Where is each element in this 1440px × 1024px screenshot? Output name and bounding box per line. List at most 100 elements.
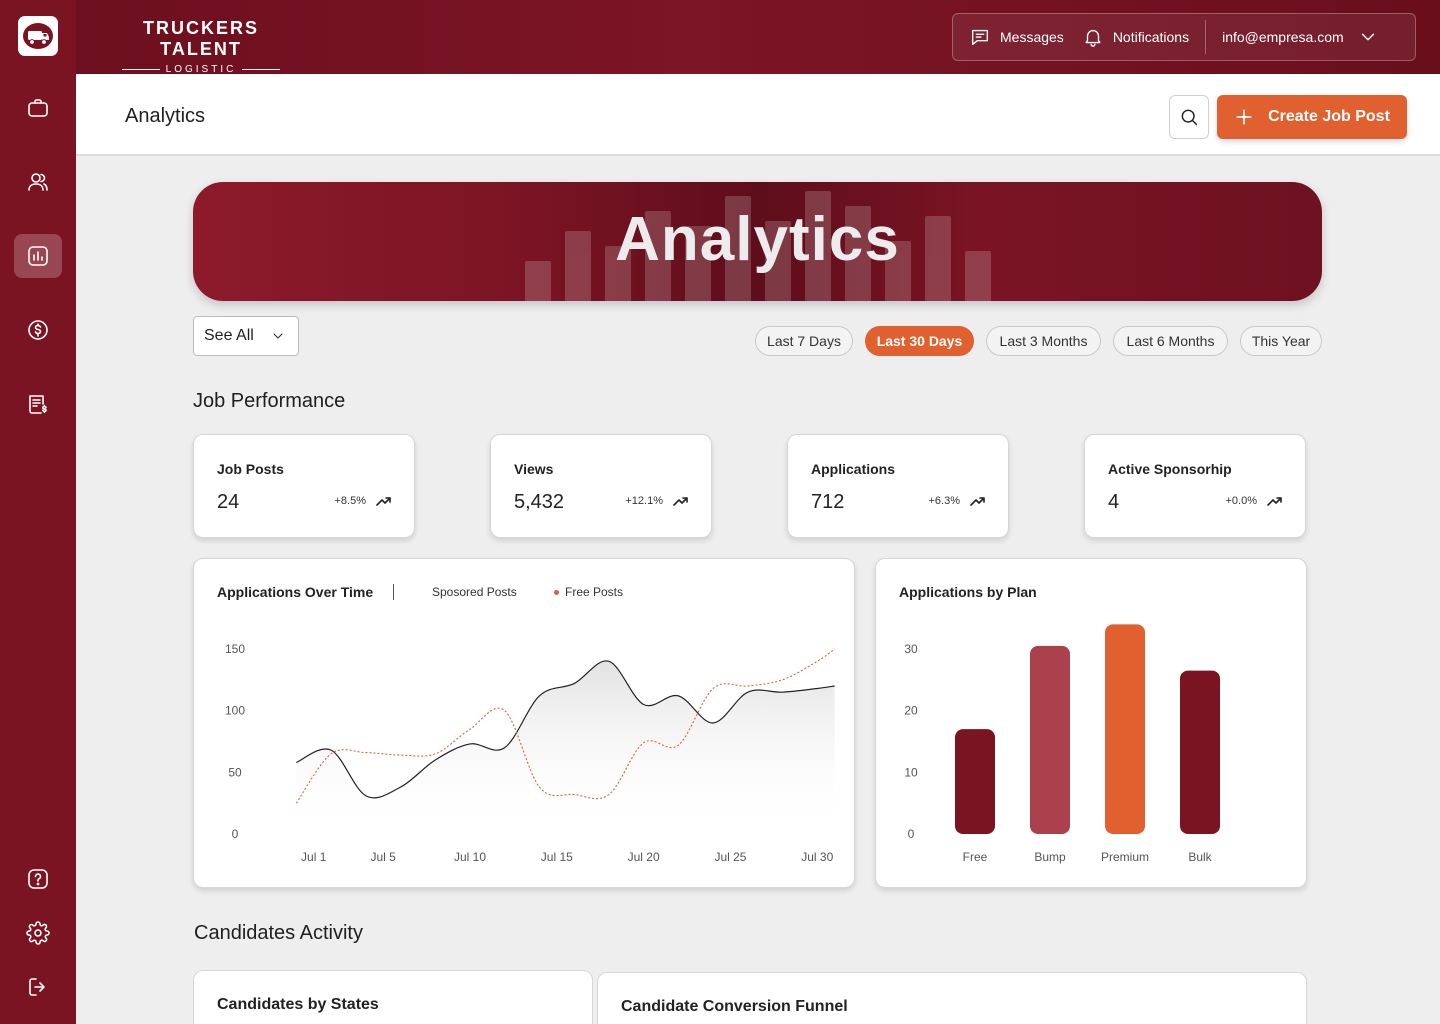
bell-icon (1085, 29, 1101, 47)
card-title: Candidate Conversion Funnel (621, 998, 848, 1015)
x-tick-label: Jul 1 (301, 850, 327, 864)
create-job-post-button[interactable]: Create Job Post (1217, 95, 1407, 139)
x-tick-label: Bulk (1188, 850, 1212, 864)
nav-analytics[interactable] (14, 234, 62, 278)
nav-jobs[interactable] (14, 86, 62, 130)
notifications-label: Notifications (1112, 29, 1190, 45)
range-last-6-months[interactable]: Last 6 Months (1113, 326, 1228, 356)
stat-label: Job Posts (217, 461, 284, 477)
stat-card-job-posts: Job Posts 24 +8.5% (193, 434, 415, 538)
view-filter-dropdown[interactable]: See All (193, 316, 299, 356)
chevron-down-icon (1361, 33, 1374, 41)
stat-change: +6.3% (929, 495, 987, 507)
job-performance-title: Job Performance (193, 390, 346, 412)
nav-logout[interactable] (14, 965, 62, 1009)
invoice-icon (29, 395, 47, 414)
y-tick-label: 10 (904, 765, 918, 779)
analytics-icon (28, 246, 48, 266)
range-last-3-months[interactable]: Last 3 Months (986, 326, 1101, 356)
bar-bump (1030, 645, 1070, 834)
x-tick-label: Jul 30 (801, 850, 833, 864)
bar-free (955, 729, 995, 834)
x-tick-label: Jul 5 (371, 850, 397, 864)
briefcase-icon (28, 99, 48, 117)
logout-icon (29, 978, 45, 996)
page-header: Analytics Create Job Post (76, 74, 1440, 156)
y-tick-label: 0 (232, 827, 239, 841)
brand-name: TRUCKERS TALENT (142, 18, 259, 59)
y-tick-label: 30 (904, 642, 918, 656)
create-job-post-label: Create Job Post (1268, 108, 1390, 125)
gear-icon (26, 921, 50, 945)
candidate-conversion-funnel-card: Candidate Conversion Funnel (597, 972, 1307, 1024)
stat-change-value: +12.1% (625, 495, 663, 507)
trend-up-icon (1267, 497, 1282, 506)
range-last-30-days[interactable]: Last 30 Days (865, 326, 974, 356)
stat-value: 712 (811, 491, 845, 513)
x-tick-label: Jul 15 (541, 850, 573, 864)
stat-value: 24 (217, 491, 240, 513)
search-icon (1181, 109, 1198, 126)
applications-by-plan-card: Applications by Plan 0 10 20 30 Free Bump Prem… (875, 558, 1307, 888)
dollar-circle-icon (28, 320, 48, 340)
messages-button[interactable]: Messages (961, 26, 1072, 48)
y-tick-label: 20 (904, 704, 918, 718)
view-filter-value: See All (204, 327, 254, 344)
stat-card-applications: Applications 712 +6.3% (787, 434, 1009, 538)
x-tick-label: Jul 25 (714, 850, 746, 864)
stat-change-value: +8.5% (334, 495, 367, 507)
analytics-banner: Analytics (193, 182, 1322, 301)
message-icon (971, 29, 989, 46)
card-title: Candidates by States (217, 996, 379, 1013)
nav-billing[interactable] (14, 308, 62, 352)
brand-line-left (121, 69, 160, 70)
chevron-down-icon (273, 333, 283, 339)
trend-up-icon (673, 497, 688, 506)
account-dropdown[interactable]: info@empresa.com (1214, 26, 1387, 48)
stat-value: 5,432 (514, 491, 565, 513)
nav-help[interactable] (14, 857, 62, 901)
stat-change: +0.0% (1226, 495, 1284, 507)
range-last-7-days[interactable]: Last 7 Days (755, 326, 853, 356)
x-tick-label: Free (963, 850, 988, 864)
x-tick-label: Bump (1034, 850, 1066, 864)
truck-logo-icon (23, 23, 53, 49)
nav-candidates[interactable] (14, 160, 62, 204)
stat-change: +8.5% (335, 495, 393, 507)
y-tick-label: 0 (908, 827, 915, 841)
divider (1205, 20, 1207, 54)
bar-chart: 0 10 20 30 Free Bump Premium Bulk (904, 624, 1220, 864)
notifications-button[interactable]: Notifications (1074, 26, 1197, 48)
stat-card-views: Views 5,432 +12.1% (490, 434, 712, 538)
stat-change-value: +6.3% (928, 495, 961, 507)
applications-over-time-card: Applications Over Time Sposored Posts Fr… (193, 558, 855, 888)
line-chart: 0 50 100 150 Jul 1 Jul 5 Jul 10 Jul 15 Jul 20 Jul… (225, 642, 835, 864)
banner-title: Analytics (615, 205, 900, 274)
y-tick-label: 50 (228, 765, 242, 779)
stat-label: Views (514, 461, 554, 477)
x-tick-label: Jul 20 (628, 850, 660, 864)
brand-line-right (242, 69, 281, 70)
y-tick-label: 100 (225, 704, 245, 718)
messages-label: Messages (1000, 29, 1064, 45)
nav-settings[interactable] (14, 911, 62, 955)
x-tick-label: Jul 10 (454, 850, 486, 864)
stat-value: 4 (1108, 491, 1120, 513)
top-bar: TRUCKERS TALENT LOGISTIC Messages Notifi… (76, 0, 1440, 75)
users-icon (28, 173, 48, 191)
stat-label: Applications (811, 461, 896, 477)
trend-up-icon (376, 497, 391, 506)
candidates-by-states-card: Candidates by States (193, 970, 593, 1024)
stat-change: +12.1% (625, 495, 689, 507)
nav-invoices[interactable] (14, 382, 62, 426)
account-email: info@empresa.com (1222, 29, 1344, 45)
search-button[interactable] (1169, 95, 1209, 139)
range-this-year[interactable]: This Year (1240, 326, 1322, 356)
brand: TRUCKERS TALENT LOGISTIC (106, 18, 296, 75)
top-actions: Messages Notifications info@empresa.com (952, 13, 1416, 61)
sidebar (0, 0, 76, 1024)
app-logo[interactable] (18, 16, 58, 56)
x-tick-label: Premium (1101, 850, 1149, 864)
stat-label: Active Sponsorhip (1108, 461, 1232, 477)
stat-change-value: +0.0% (1225, 495, 1258, 507)
